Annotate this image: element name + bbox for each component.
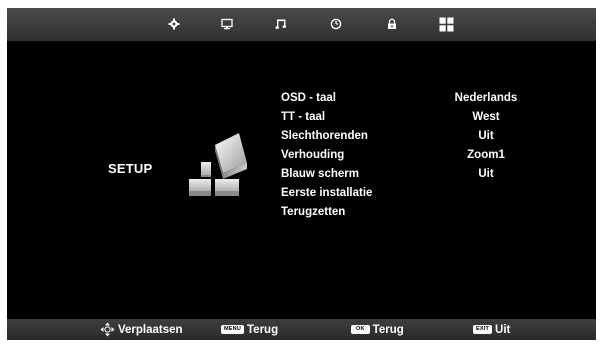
navigation-arrows-icon [100,322,115,337]
menu-item-label: Blauw scherm [281,168,359,180]
menu-item-value: Zoom1 [467,149,505,161]
hint-ok-label: Terug [372,323,404,336]
setup-cube-icon [185,129,247,201]
ok-key-icon: OK [351,325,370,334]
menu-item-label: Terugzetten [281,206,346,218]
page-title: SETUP [108,161,153,176]
menu-item-label: Verhouding [281,149,345,161]
menu-item-terugzetten[interactable]: Terugzetten [281,203,551,222]
settings-gear-icon[interactable] [165,15,183,33]
menu-item-label: Slechthorenden [281,130,368,142]
menu-item-slechthorenden[interactable]: Slechthorenden Uit [281,127,551,146]
menu-key-icon: MENU [221,325,244,334]
category-bar [7,8,596,41]
hint-move: Verplaatsen [100,319,183,340]
menu-item-value: Uit [478,130,494,142]
hint-menu-label: Terug [247,323,279,336]
menu-item-value: Nederlands [454,92,518,104]
menu-item-blauw-scherm[interactable]: Blauw scherm Uit [281,165,551,184]
setup-grid-icon[interactable] [437,15,455,33]
menu-item-verhouding[interactable]: Verhouding Zoom1 [281,146,551,165]
menu-item-label: Eerste installatie [281,187,373,199]
hint-move-label: Verplaatsen [118,323,183,336]
exit-key-icon: EXIT [473,325,493,334]
menu-item-osd-taal[interactable]: OSD - taal Nederlands [281,89,551,108]
menu-item-value: West [472,111,500,123]
hint-exit: EXIT Uit [473,319,510,340]
menu-item-label: OSD - taal [281,92,336,104]
menu-item-value: Uit [478,168,494,180]
hint-exit-label: Uit [495,323,511,336]
music-note-icon[interactable] [272,15,290,33]
monitor-icon[interactable] [218,15,236,33]
menu-item-eerste-installatie[interactable]: Eerste installatie [281,184,551,203]
setup-menu-list: OSD - taal Nederlands TT - taal West Sle… [281,89,551,222]
tv-screen: SETUP OSD - taal Nederlands TT - taal We… [7,8,596,340]
menu-item-tt-taal[interactable]: TT - taal West [281,108,551,127]
clock-icon[interactable] [327,15,345,33]
setup-panel: SETUP OSD - taal Nederlands TT - taal We… [7,41,596,319]
lock-icon[interactable] [383,15,401,33]
key-hint-bar: Verplaatsen MENU Terug OK Terug EXIT Uit [7,319,596,340]
menu-item-label: TT - taal [281,111,326,123]
hint-ok-back: OK Terug [351,319,404,340]
hint-menu-back: MENU Terug [221,319,278,340]
